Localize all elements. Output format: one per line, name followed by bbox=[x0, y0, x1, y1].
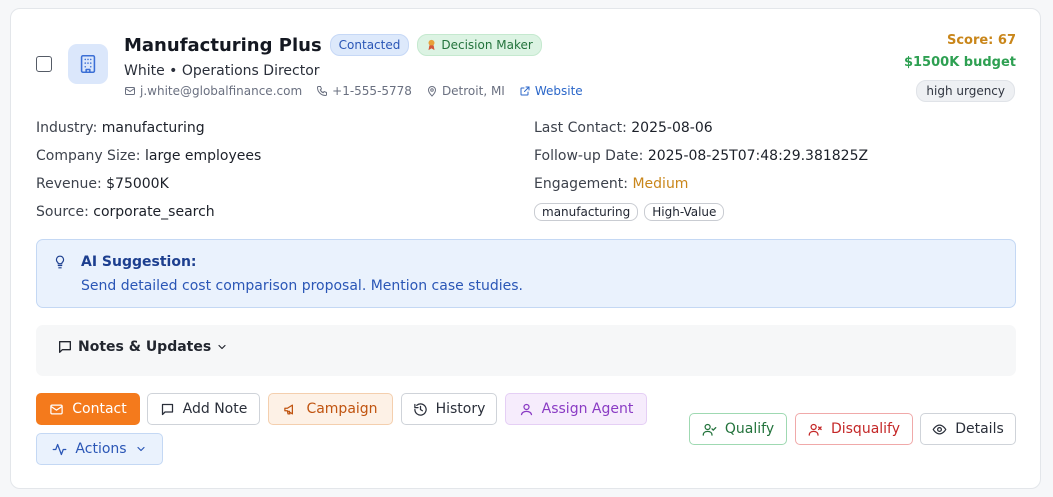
user-check-icon bbox=[702, 422, 717, 437]
message-square-icon bbox=[160, 402, 175, 417]
company-size-value: large employees bbox=[144, 148, 262, 164]
engagement-value: Medium bbox=[632, 176, 689, 192]
last-contact-value: 2025-08-06 bbox=[631, 120, 713, 136]
campaign-button[interactable]: Campaign bbox=[268, 393, 393, 425]
mail-icon bbox=[49, 402, 64, 417]
history-button[interactable]: History bbox=[401, 393, 497, 425]
revenue-value: $75000K bbox=[106, 176, 169, 192]
ai-suggestion-box: AI Suggestion: Send detailed cost compar… bbox=[36, 239, 1016, 308]
source-field: Source: corporate_search bbox=[36, 204, 215, 220]
location-item: Detroit, MI bbox=[426, 84, 505, 98]
notes-toggle[interactable]: Notes & Updates bbox=[57, 339, 228, 355]
assign-agent-button-label: Assign Agent bbox=[541, 401, 634, 417]
source-value: corporate_search bbox=[93, 204, 215, 220]
lead-card: Manufacturing Plus Contacted Decision Ma… bbox=[10, 8, 1041, 489]
contact-button[interactable]: Contact bbox=[36, 393, 140, 425]
user-x-icon bbox=[808, 422, 823, 437]
contact-info-row: j.white@globalfinance.com +1-555-5778 De… bbox=[124, 84, 583, 98]
tag-list: manufacturing High-Value bbox=[534, 203, 725, 221]
disqualify-button-label: Disqualify bbox=[830, 421, 901, 437]
building-icon bbox=[77, 53, 99, 75]
company-size-field: Company Size: large employees bbox=[36, 148, 261, 164]
details-button-label: Details bbox=[955, 421, 1004, 437]
ai-suggestion-title: AI Suggestion: bbox=[81, 254, 197, 270]
followup-field: Follow-up Date: 2025-08-25T07:48:29.3818… bbox=[534, 148, 868, 164]
website-link[interactable]: Website bbox=[519, 84, 583, 98]
map-pin-icon bbox=[426, 85, 438, 97]
tag: High-Value bbox=[644, 203, 725, 221]
details-button[interactable]: Details bbox=[920, 413, 1016, 445]
industry-value: manufacturing bbox=[101, 120, 205, 136]
notes-heading: Notes & Updates bbox=[78, 339, 212, 355]
revenue-field: Revenue: $75000K bbox=[36, 176, 169, 192]
industry-field: Industry: manufacturing bbox=[36, 120, 205, 136]
urgency-badge: high urgency bbox=[916, 80, 1015, 102]
lead-score: Score: 67 bbox=[946, 33, 1016, 48]
role-badge: Decision Maker bbox=[417, 34, 542, 56]
award-icon bbox=[426, 39, 437, 51]
location-text: Detroit, MI bbox=[441, 84, 505, 98]
add-note-button[interactable]: Add Note bbox=[147, 393, 260, 425]
assign-agent-button[interactable]: Assign Agent bbox=[505, 393, 647, 425]
phone-item[interactable]: +1-555-5778 bbox=[316, 84, 412, 98]
industry-label: Industry: bbox=[36, 120, 98, 136]
company-size-label: Company Size: bbox=[36, 148, 141, 164]
followup-label: Follow-up Date: bbox=[534, 148, 644, 164]
contact-button-label: Contact bbox=[72, 401, 127, 417]
campaign-button-label: Campaign bbox=[306, 401, 378, 417]
title-row: Manufacturing Plus Contacted Decision Ma… bbox=[124, 34, 542, 56]
ai-suggestion-text: Send detailed cost comparison proposal. … bbox=[81, 278, 523, 294]
email-item[interactable]: j.white@globalfinance.com bbox=[124, 84, 302, 98]
website-label: Website bbox=[534, 84, 583, 98]
contact-name-title: White • Operations Director bbox=[124, 63, 320, 79]
phone-icon bbox=[316, 85, 328, 97]
source-label: Source: bbox=[36, 204, 89, 220]
tag: manufacturing bbox=[534, 203, 639, 221]
mail-icon bbox=[124, 85, 136, 97]
company-avatar bbox=[68, 44, 108, 84]
last-contact-field: Last Contact: 2025-08-06 bbox=[534, 120, 713, 136]
last-contact-label: Last Contact: bbox=[534, 120, 627, 136]
engagement-field: Engagement: Medium bbox=[534, 176, 688, 192]
user-icon bbox=[519, 402, 534, 417]
qualify-button-label: Qualify bbox=[724, 421, 775, 437]
notes-section: Notes & Updates bbox=[36, 325, 1016, 376]
revenue-label: Revenue: bbox=[36, 176, 102, 192]
chevron-down-icon bbox=[216, 341, 228, 353]
lead-budget: $1500K budget bbox=[903, 55, 1016, 70]
company-name: Manufacturing Plus bbox=[124, 34, 322, 56]
message-square-icon bbox=[57, 339, 73, 355]
followup-value: 2025-08-25T07:48:29.381825Z bbox=[647, 148, 869, 164]
add-note-button-label: Add Note bbox=[182, 401, 248, 417]
email-text: j.white@globalfinance.com bbox=[140, 84, 303, 98]
disqualify-button[interactable]: Disqualify bbox=[795, 413, 913, 445]
engagement-label: Engagement: bbox=[534, 176, 629, 192]
chevron-down-icon bbox=[135, 443, 147, 455]
megaphone-icon bbox=[283, 402, 298, 417]
eye-icon bbox=[932, 422, 947, 437]
status-badge: Contacted bbox=[329, 34, 410, 56]
activity-icon bbox=[52, 442, 67, 457]
history-button-label: History bbox=[435, 401, 486, 417]
qualify-button[interactable]: Qualify bbox=[689, 413, 787, 445]
lightbulb-icon bbox=[53, 254, 67, 270]
external-link-icon bbox=[519, 85, 531, 97]
history-icon bbox=[413, 402, 428, 417]
role-badge-label: Decision Maker bbox=[441, 38, 533, 52]
actions-dropdown[interactable]: Actions bbox=[36, 433, 163, 465]
select-checkbox[interactable] bbox=[36, 56, 52, 72]
actions-dropdown-label: Actions bbox=[75, 441, 127, 457]
phone-text: +1-555-5778 bbox=[332, 84, 412, 98]
